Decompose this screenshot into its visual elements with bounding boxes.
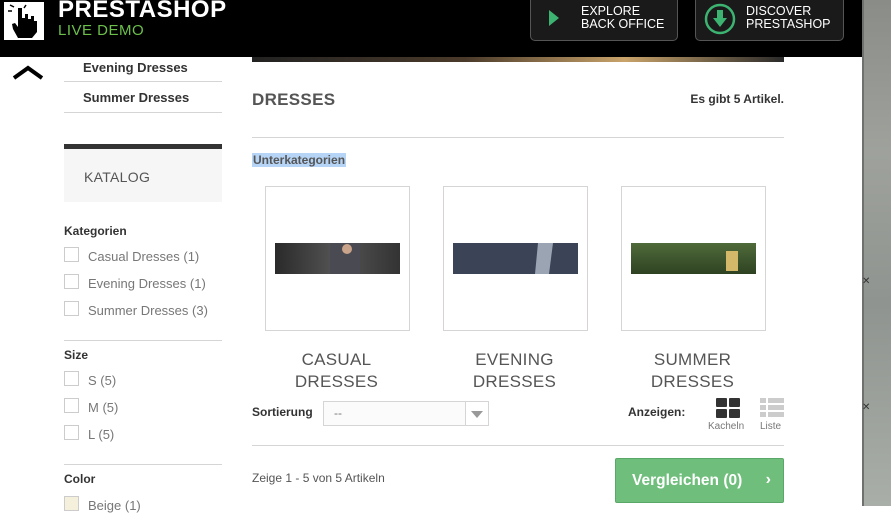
compare-button-label: Vergleichen (0) (632, 472, 743, 489)
category-card-evening[interactable] (443, 186, 588, 331)
sort-value: -- (334, 406, 342, 420)
explore-back-office-button[interactable]: EXPLORE BACK OFFICE (530, 0, 678, 41)
chevron-up-icon[interactable] (12, 64, 44, 82)
katalog-block: KATALOG (64, 144, 222, 202)
subcategories-heading: Unterkategorien (252, 153, 347, 167)
list-view-icon[interactable] (760, 398, 784, 418)
sort-label: Sortierung (252, 405, 313, 419)
filter-title-kategorien: Kategorien (64, 224, 127, 238)
sidebar-item-summer-dresses[interactable]: Summer Dresses (64, 89, 222, 113)
category-image (275, 243, 400, 274)
product-count: Es gibt 5 Artikel. (690, 92, 784, 106)
checkbox[interactable] (64, 301, 79, 316)
checkbox[interactable] (64, 398, 79, 413)
top-bar: PRESTASHOP LIVE DEMO EXPLORE BACK OFFICE… (0, 0, 862, 57)
checkbox[interactable] (64, 247, 79, 262)
discover-button-label: DISCOVER PRESTASHOP (746, 4, 831, 31)
divider (64, 340, 222, 341)
category-card-casual[interactable] (265, 186, 410, 331)
sidebar-item-evening-dresses[interactable]: Evening Dresses (64, 58, 222, 82)
checkbox[interactable] (64, 425, 79, 440)
checkbox[interactable] (64, 274, 79, 289)
prestashop-logo[interactable]: PRESTASHOP LIVE DEMO (0, 0, 226, 44)
download-arrow-icon (704, 3, 736, 35)
filter-title-color: Color (64, 472, 96, 486)
grid-view-icon[interactable] (716, 398, 740, 418)
category-title-casual[interactable]: CASUAL DRESSES (265, 349, 408, 393)
view-label: Anzeigen: (628, 405, 686, 419)
close-icon[interactable]: ✕ (862, 402, 870, 413)
category-title-summer[interactable]: SUMMER DRESSES (621, 349, 764, 393)
category-card-summer[interactable] (621, 186, 766, 331)
page-title: DRESSES (252, 90, 336, 109)
category-title-evening[interactable]: EVENING DRESSES (443, 349, 586, 393)
divider (252, 445, 784, 446)
category-banner (252, 57, 784, 62)
hand-logo-icon (4, 2, 44, 40)
list-view-label[interactable]: Liste (760, 421, 781, 432)
background-strip (862, 0, 891, 506)
explore-button-label: EXPLORE BACK OFFICE (581, 4, 665, 31)
katalog-title: KATALOG (84, 169, 151, 185)
brand-subtitle: LIVE DEMO (58, 22, 145, 39)
filter-title-size: Size (64, 348, 89, 362)
close-icon[interactable]: ✕ (862, 276, 870, 287)
category-image (631, 243, 756, 274)
discover-prestashop-button[interactable]: DISCOVER PRESTASHOP (695, 0, 844, 41)
divider (64, 464, 222, 465)
color-swatch[interactable] (64, 496, 79, 511)
grid-view-label[interactable]: Kacheln (708, 421, 744, 432)
dropdown-arrow-icon[interactable] (465, 402, 488, 425)
chevron-right-icon: › (765, 471, 771, 488)
brand-name: PRESTASHOP (58, 0, 227, 23)
pagination-summary: Zeige 1 - 5 von 5 Artikeln (252, 471, 385, 485)
play-arrow-icon (549, 10, 559, 26)
compare-button[interactable]: Vergleichen (0) › (615, 458, 784, 503)
sort-select[interactable]: -- (323, 401, 489, 426)
checkbox[interactable] (64, 371, 79, 386)
divider (252, 137, 784, 138)
category-image (453, 243, 578, 274)
